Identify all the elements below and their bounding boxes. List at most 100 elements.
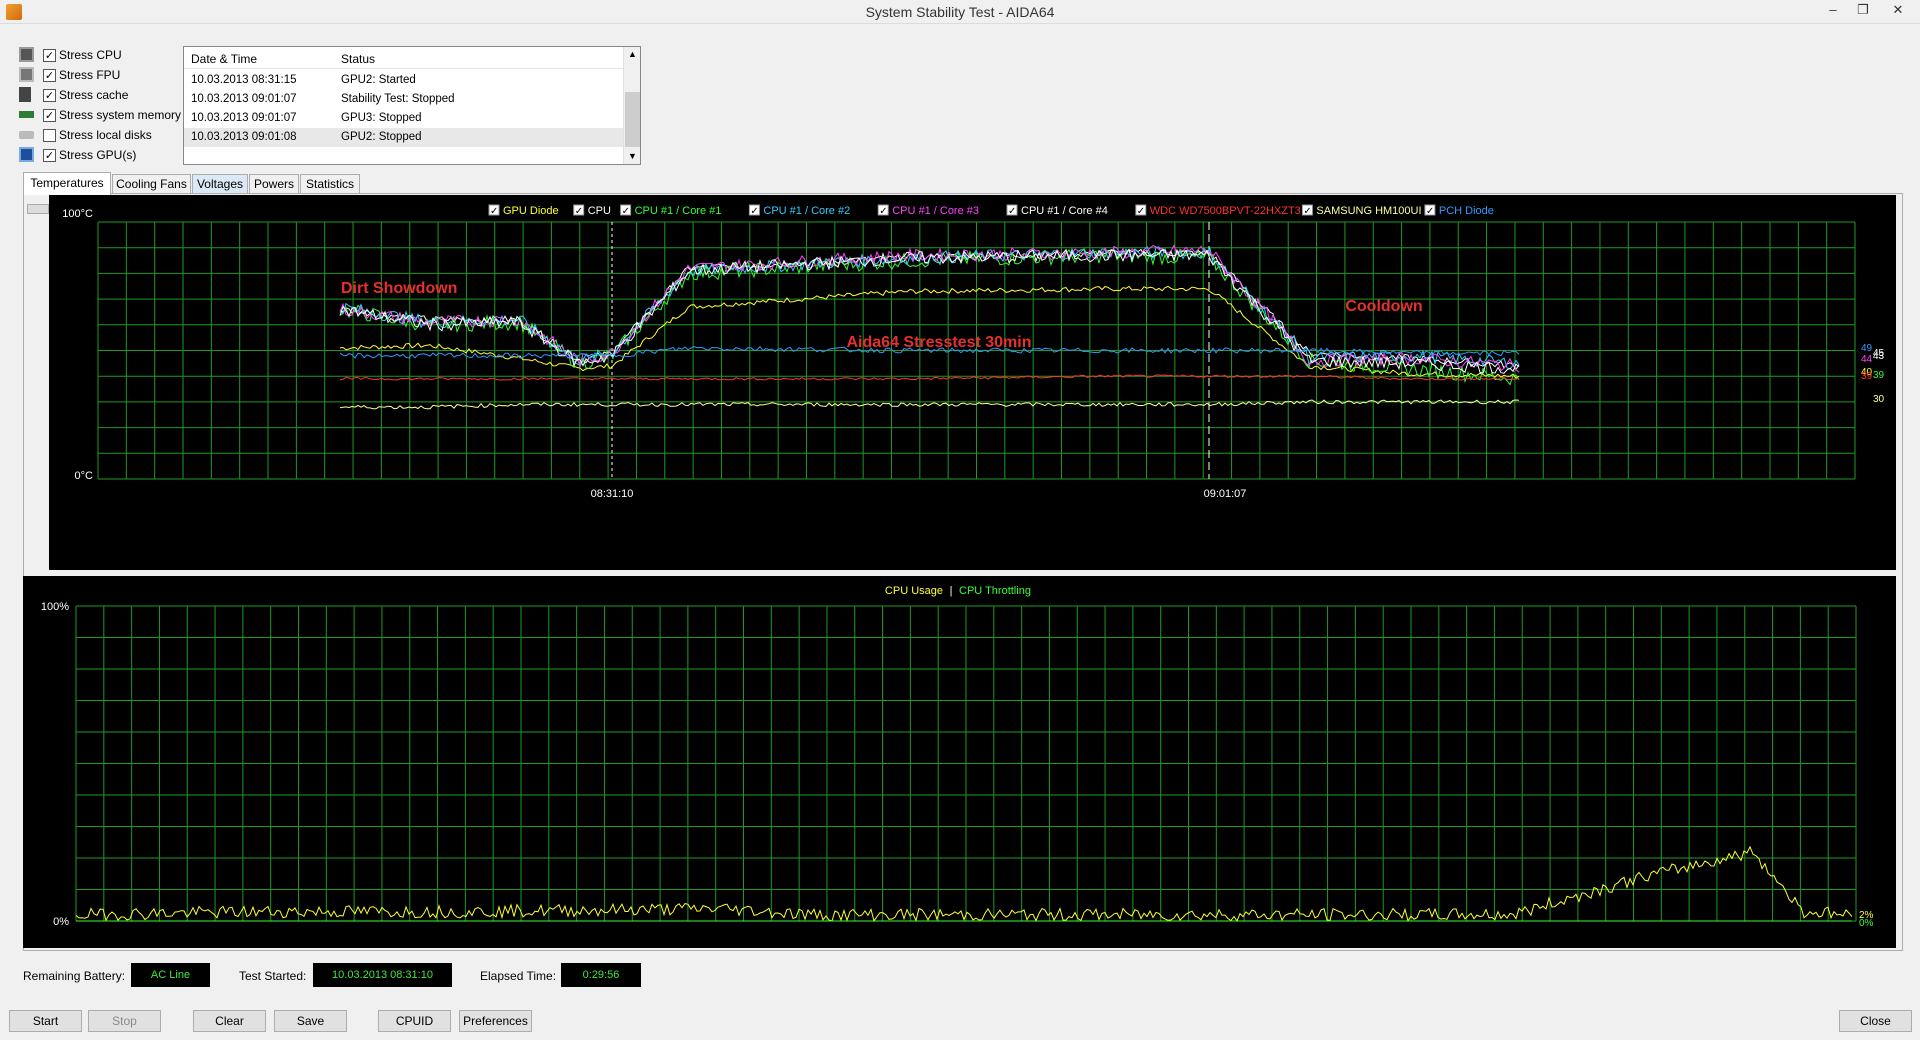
legend-cpu-throttling: CPU Throttling — [959, 585, 1031, 597]
cpuid-button[interactable]: CPUID — [378, 1010, 451, 1032]
end-value-label: 44 — [1861, 354, 1873, 365]
legend-item: GPU Diode — [503, 205, 559, 217]
log-scroll-thumb[interactable] — [625, 92, 640, 147]
legend-item: CPU #1 / Core #3 — [892, 205, 979, 217]
log-row[interactable]: 10.03.2013 09:01:07 Stability Test: Stop… — [184, 90, 624, 109]
disk-icon — [19, 131, 34, 139]
legend-check-icon: ✓ — [575, 206, 583, 217]
stress-disks-label: Stress local disks — [59, 128, 152, 142]
status-log-list[interactable]: Date & Time Status 10.03.2013 08:31:15 G… — [183, 46, 641, 165]
start-button[interactable]: Start — [9, 1010, 82, 1032]
legend-check-icon: ✓ — [1426, 206, 1434, 217]
stress-disks-option[interactable]: Stress local disks — [19, 125, 189, 145]
stress-cpu-option[interactable]: ✓ Stress CPU — [19, 45, 189, 65]
end-value-label: 39 — [1861, 371, 1873, 382]
end-value-label: 39 — [1873, 370, 1885, 381]
close-button[interactable]: Close — [1839, 1010, 1912, 1032]
stress-cache-option[interactable]: ✓ Stress cache — [19, 85, 189, 105]
temperature-series-line — [339, 244, 1520, 373]
elapsed-value: 0:29:56 — [561, 963, 641, 987]
log-date: 10.03.2013 09:01:07 — [191, 93, 297, 105]
memory-icon — [19, 111, 34, 118]
stop-button[interactable]: Stop — [88, 1010, 161, 1032]
cpu-chart-svg: 100%0%CPU Usage | CPU Throttling2%0% — [41, 585, 1874, 929]
y-max-label: 100°C — [62, 208, 93, 220]
legend-check-icon: ✓ — [750, 206, 758, 217]
log-status: GPU3: Stopped — [341, 112, 422, 124]
legend-cpu-usage: CPU Usage — [885, 585, 943, 597]
stress-memory-checkbox[interactable]: ✓ — [43, 109, 56, 122]
log-row[interactable]: 10.03.2013 09:01:07 GPU3: Stopped — [184, 109, 624, 128]
stress-cache-checkbox[interactable]: ✓ — [43, 89, 56, 102]
log-status: Stability Test: Stopped — [341, 93, 455, 105]
stress-fpu-label: Stress FPU — [59, 68, 121, 82]
elapsed-label: Elapsed Time: — [480, 969, 557, 983]
tab-statistics[interactable]: Statistics — [300, 174, 360, 194]
tab-cooling-fans[interactable]: Cooling Fans — [112, 174, 191, 194]
annotation-stresstest: Aida64 Stresstest 30min — [847, 334, 1032, 351]
scroll-up-icon[interactable]: ▲ — [628, 49, 637, 59]
close-window-button[interactable]: ✕ — [1878, 0, 1918, 22]
log-date: 10.03.2013 09:01:08 — [191, 131, 297, 143]
cpu-chip-icon — [19, 47, 34, 62]
test-started-label: Test Started: — [239, 969, 307, 983]
save-button[interactable]: Save — [274, 1010, 347, 1032]
stress-gpu-option[interactable]: ✓ Stress GPU(s) — [19, 145, 189, 165]
stress-gpu-checkbox[interactable]: ✓ — [43, 149, 56, 162]
legend-check-icon: ✓ — [1008, 206, 1016, 217]
log-date: 10.03.2013 08:31:15 — [191, 74, 297, 86]
log-scrollbar[interactable]: ▲ ▼ — [623, 47, 640, 164]
log-row[interactable]: 10.03.2013 08:31:15 GPU2: Started — [184, 71, 624, 90]
legend-item: PCH Diode — [1439, 205, 1494, 217]
log-row-selected[interactable]: 10.03.2013 09:01:08 GPU2: Stopped — [184, 128, 624, 147]
temperature-series-line — [339, 399, 1520, 410]
log-date: 10.03.2013 09:01:07 — [191, 112, 297, 124]
gpu-icon — [19, 147, 34, 162]
tab-powers[interactable]: Powers — [249, 174, 299, 194]
legend-check-icon: ✓ — [490, 206, 498, 217]
legend-item: CPU #1 / Core #4 — [1021, 205, 1108, 217]
legend-check-icon: ✓ — [1137, 206, 1145, 217]
legend-check-icon: ✓ — [879, 206, 887, 217]
clear-button[interactable]: Clear — [193, 1010, 266, 1032]
temperature-chart-svg: 100°C 0°C ✓ GPU Diode ✓ CPU ✓ CPU #1 / Core #1 ✓… — [62, 204, 1885, 500]
graph-scroll-handle[interactable] — [27, 204, 49, 214]
stress-fpu-checkbox[interactable]: ✓ — [43, 69, 56, 82]
stress-fpu-option[interactable]: ✓ Stress FPU — [19, 65, 189, 85]
stress-memory-label: Stress system memory — [59, 108, 182, 122]
annotation-dirt-showdown: Dirt Showdown — [341, 280, 457, 297]
legend-check-icon: ✓ — [622, 206, 630, 217]
y-max-label: 100% — [41, 601, 69, 613]
log-header-status[interactable]: Status — [341, 52, 375, 66]
window-title: System Stability Test - AIDA64 — [865, 4, 1055, 20]
minimize-button[interactable]: – — [1818, 0, 1848, 22]
stress-cpu-label: Stress CPU — [59, 48, 122, 62]
restore-button[interactable]: ❐ — [1848, 0, 1878, 22]
test-started-value: 10.03.2013 08:31:10 — [313, 963, 452, 987]
temperature-graph: 100°C 0°C ✓ GPU Diode ✓ CPU ✓ CPU #1 / Core #1 ✓… — [49, 195, 1896, 570]
legend-item: CPU #1 / Core #1 — [635, 205, 722, 217]
temperature-series-line — [339, 285, 1520, 379]
tab-voltages[interactable]: Voltages — [192, 174, 248, 194]
end-value-label: 49 — [1861, 343, 1873, 354]
tab-temperatures[interactable]: Temperatures — [23, 172, 111, 195]
fpu-chip-icon — [19, 67, 34, 82]
log-header-date[interactable]: Date & Time — [191, 52, 257, 66]
log-status: GPU2: Stopped — [341, 131, 422, 143]
scroll-down-icon[interactable]: ▼ — [628, 151, 637, 161]
stress-cache-label: Stress cache — [59, 88, 129, 102]
cache-icon — [19, 87, 31, 102]
legend-item: SAMSUNG HM100UI — [1316, 205, 1421, 217]
y-min-label: 0°C — [75, 470, 94, 482]
title-bar: System Stability Test - AIDA64 – ❐ ✕ — [0, 0, 1920, 24]
legend-check-icon: ✓ — [1303, 206, 1311, 217]
stress-memory-option[interactable]: ✓ Stress system memory — [19, 105, 189, 125]
end-value-label: 30 — [1873, 394, 1885, 405]
preferences-button[interactable]: Preferences — [459, 1010, 532, 1032]
log-status: GPU2: Started — [341, 74, 416, 86]
legend-item: CPU #1 / Core #2 — [763, 205, 850, 217]
stress-disks-checkbox[interactable] — [43, 129, 56, 142]
battery-label: Remaining Battery: — [23, 969, 126, 983]
battery-value: AC Line — [131, 963, 210, 987]
stress-cpu-checkbox[interactable]: ✓ — [43, 49, 56, 62]
